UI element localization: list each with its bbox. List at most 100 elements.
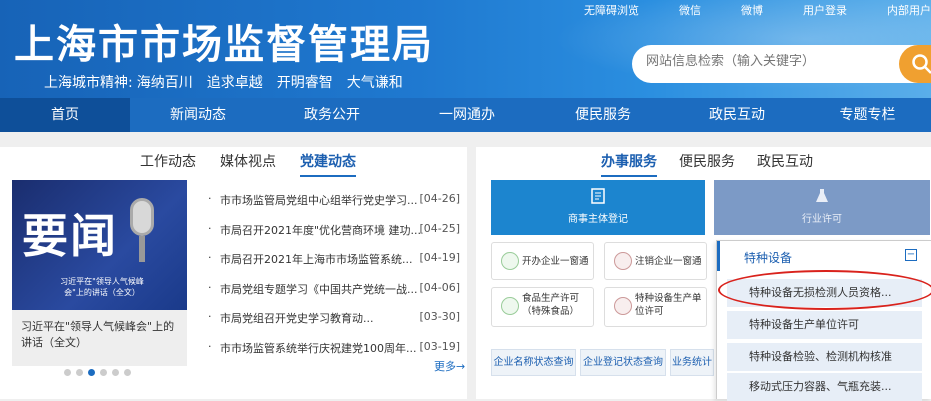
accessibility-link[interactable]: 无障碍浏览 (584, 2, 639, 18)
user-login-link[interactable]: 用户登录 (803, 2, 847, 18)
news-list: · 市市场监管局党组中心组举行党史学习... [04-26] · 市局召开2021年度… (200, 192, 462, 370)
tile-label: 商事主体登记 (568, 214, 628, 225)
list-bullet: · (208, 280, 212, 294)
slogan-part: 追求卓越 (206, 75, 263, 91)
card-label: （特殊食品） (522, 306, 580, 317)
site-title[interactable]: 上海市市场监督管理局 (14, 12, 434, 70)
news-date: [04-26] (419, 192, 460, 205)
featured-image[interactable]: 要闻 习近平在"领导人气候峰会"上的讲话（全文） (12, 180, 187, 310)
news-title[interactable]: 市局党组专题学习《中国共产党统一战... (220, 281, 420, 297)
nav-public-services[interactable]: 便民服务 (536, 98, 670, 132)
carousel-dot[interactable] (124, 369, 131, 376)
carousel-dot[interactable] (112, 369, 119, 376)
weibo-link[interactable]: 微博 (741, 2, 763, 18)
slogan-part: 开明睿智 (276, 75, 333, 91)
main-nav: 首页 新闻动态 政务公开 一网通办 便民服务 政民互动 专题专栏 (0, 98, 931, 132)
search-input[interactable] (646, 54, 876, 69)
registration-status-query-button[interactable]: 企业登记状态查询 (580, 349, 666, 376)
news-title[interactable]: 市局党组召开党史学习教育动... (220, 310, 420, 326)
list-item[interactable]: · 市局党组召开党史学习教育动... [03-30] (200, 310, 462, 340)
featured-image-title: 要闻 (22, 209, 118, 263)
news-panel: 工作动态 媒体视点 党建动态 要闻 习近平在"领导人气候峰会"上的讲话（全文） … (0, 147, 467, 399)
equipment-icon (614, 297, 632, 315)
submenu-header[interactable]: 特种设备 − (717, 241, 931, 271)
flask-icon (816, 189, 828, 202)
food-icon (501, 297, 519, 315)
tab-services[interactable]: 办事服务 (601, 151, 657, 177)
microphone-icon (130, 198, 154, 236)
carousel-dot[interactable] (88, 369, 95, 376)
news-tabs: 工作动态 媒体视点 党建动态 (140, 151, 380, 177)
more-link[interactable]: 更多→ (434, 358, 465, 374)
open-business-card[interactable]: 开办企业一窗通 (491, 242, 594, 280)
card-label: 注销企业一窗通 (635, 256, 702, 267)
news-date: [03-19] (419, 339, 460, 353)
list-bullet: · (208, 251, 212, 265)
news-title[interactable]: 市局召开2021年上海市市场监管系统... (220, 251, 420, 267)
news-date: [04-19] (419, 251, 460, 265)
equipment-license-card[interactable]: 特种设备生产单 位许可 (604, 287, 707, 327)
list-item[interactable]: · 市市场监管局党组中心组举行党史学习... [04-26] (200, 192, 462, 222)
list-item[interactable]: · 市局党组专题学习《中国共产党统一战... [04-06] (200, 281, 462, 311)
city-slogan: 上海城市精神: 海纳百川 追求卓越 开明睿智 大气谦和 (44, 72, 417, 92)
check-icon (501, 252, 519, 270)
card-label-wrap: 食品生产许可 （特殊食品） (522, 292, 579, 318)
site-search (632, 45, 931, 83)
submenu-item[interactable]: 移动式压力容器、气瓶充装... (727, 373, 922, 401)
tab-party-news[interactable]: 党建动态 (300, 151, 356, 177)
tab-work-news[interactable]: 工作动态 (140, 151, 196, 177)
news-title[interactable]: 市市场监管系统举行庆祝建党100周年... (220, 340, 420, 356)
name-status-query-button[interactable]: 企业名称状态查询 (491, 349, 576, 376)
carousel-dot[interactable] (100, 369, 107, 376)
slogan-part: 大气谦和 (346, 75, 403, 91)
slogan-prefix: 上海城市精神: (44, 75, 133, 91)
collapse-icon[interactable]: − (905, 249, 917, 261)
nav-gov-info[interactable]: 政务公开 (266, 98, 398, 132)
submenu-title: 特种设备 (744, 251, 793, 265)
industry-license-tile[interactable]: 行业许可 (714, 180, 930, 235)
wechat-link[interactable]: 微信 (679, 2, 701, 18)
tab-public-services[interactable]: 便民服务 (679, 151, 735, 177)
news-date: [03-30] (419, 310, 460, 324)
submenu-item[interactable]: 特种设备检验、检测机构核准 (727, 343, 922, 371)
news-title[interactable]: 市局召开2021年度"优化营商环境 建功... (220, 222, 420, 238)
business-registration-tile[interactable]: 商事主体登记 (491, 180, 705, 235)
news-title[interactable]: 市市场监管局党组中心组举行党史学习... (220, 192, 420, 208)
news-date: [04-25] (419, 221, 460, 235)
news-date: [04-06] (419, 280, 460, 294)
card-label: 特种设备生产单 (635, 293, 702, 304)
top-links: 无障碍浏览 微信 微博 用户登录 内部用户 (584, 2, 931, 18)
list-item[interactable]: · 市市场监管系统举行庆祝建党100周年... [03-19] (200, 340, 462, 370)
tab-interaction[interactable]: 政民互动 (757, 151, 813, 177)
site-header: 上海市市场监督管理局 上海城市精神: 海纳百川 追求卓越 开明睿智 大气谦和 无障碍浏览… (0, 0, 931, 98)
nav-interaction[interactable]: 政民互动 (670, 98, 804, 132)
tile-label: 行业许可 (802, 214, 842, 225)
list-bullet: · (208, 339, 212, 353)
service-tabs: 办事服务 便民服务 政民互动 (601, 151, 835, 177)
registration-icon (591, 188, 605, 204)
business-stats-button[interactable]: 业务统计 (670, 349, 714, 376)
food-license-card[interactable]: 食品生产许可 （特殊食品） (491, 287, 594, 327)
carousel-dot[interactable] (64, 369, 71, 376)
card-label: 位许可 (635, 306, 664, 317)
featured-caption[interactable]: 习近平在"领导人气候峰会"上的讲话（全文） (21, 319, 181, 351)
carousel-dot[interactable] (76, 369, 83, 376)
featured-news[interactable]: 要闻 习近平在"领导人气候峰会"上的讲话（全文） 习近平在"领导人气候峰会"上的… (12, 180, 187, 366)
list-bullet: · (208, 310, 212, 324)
list-bullet: · (208, 221, 212, 235)
search-button[interactable] (899, 45, 931, 83)
list-item[interactable]: · 市局召开2021年度"优化营商环境 建功... [04-25] (200, 222, 462, 252)
list-item[interactable]: · 市局召开2021年上海市市场监管系统... [04-19] (200, 251, 462, 281)
nav-news[interactable]: 新闻动态 (130, 98, 266, 132)
list-bullet: · (208, 192, 212, 205)
internal-user-link[interactable]: 内部用户 (887, 2, 931, 18)
carousel-dots (64, 369, 136, 376)
equipment-submenu: 特种设备 − 特种设备无损检测人员资格... 特种设备生产单位许可 特种设备检验… (716, 240, 931, 401)
nav-one-stop[interactable]: 一网通办 (398, 98, 536, 132)
search-icon (912, 54, 931, 74)
submenu-item[interactable]: 特种设备生产单位许可 (727, 311, 922, 339)
tab-media[interactable]: 媒体视点 (220, 151, 276, 177)
nav-home[interactable]: 首页 (0, 98, 130, 132)
nav-special-topics[interactable]: 专题专栏 (804, 98, 931, 132)
close-business-card[interactable]: 注销企业一窗通 (604, 242, 707, 280)
